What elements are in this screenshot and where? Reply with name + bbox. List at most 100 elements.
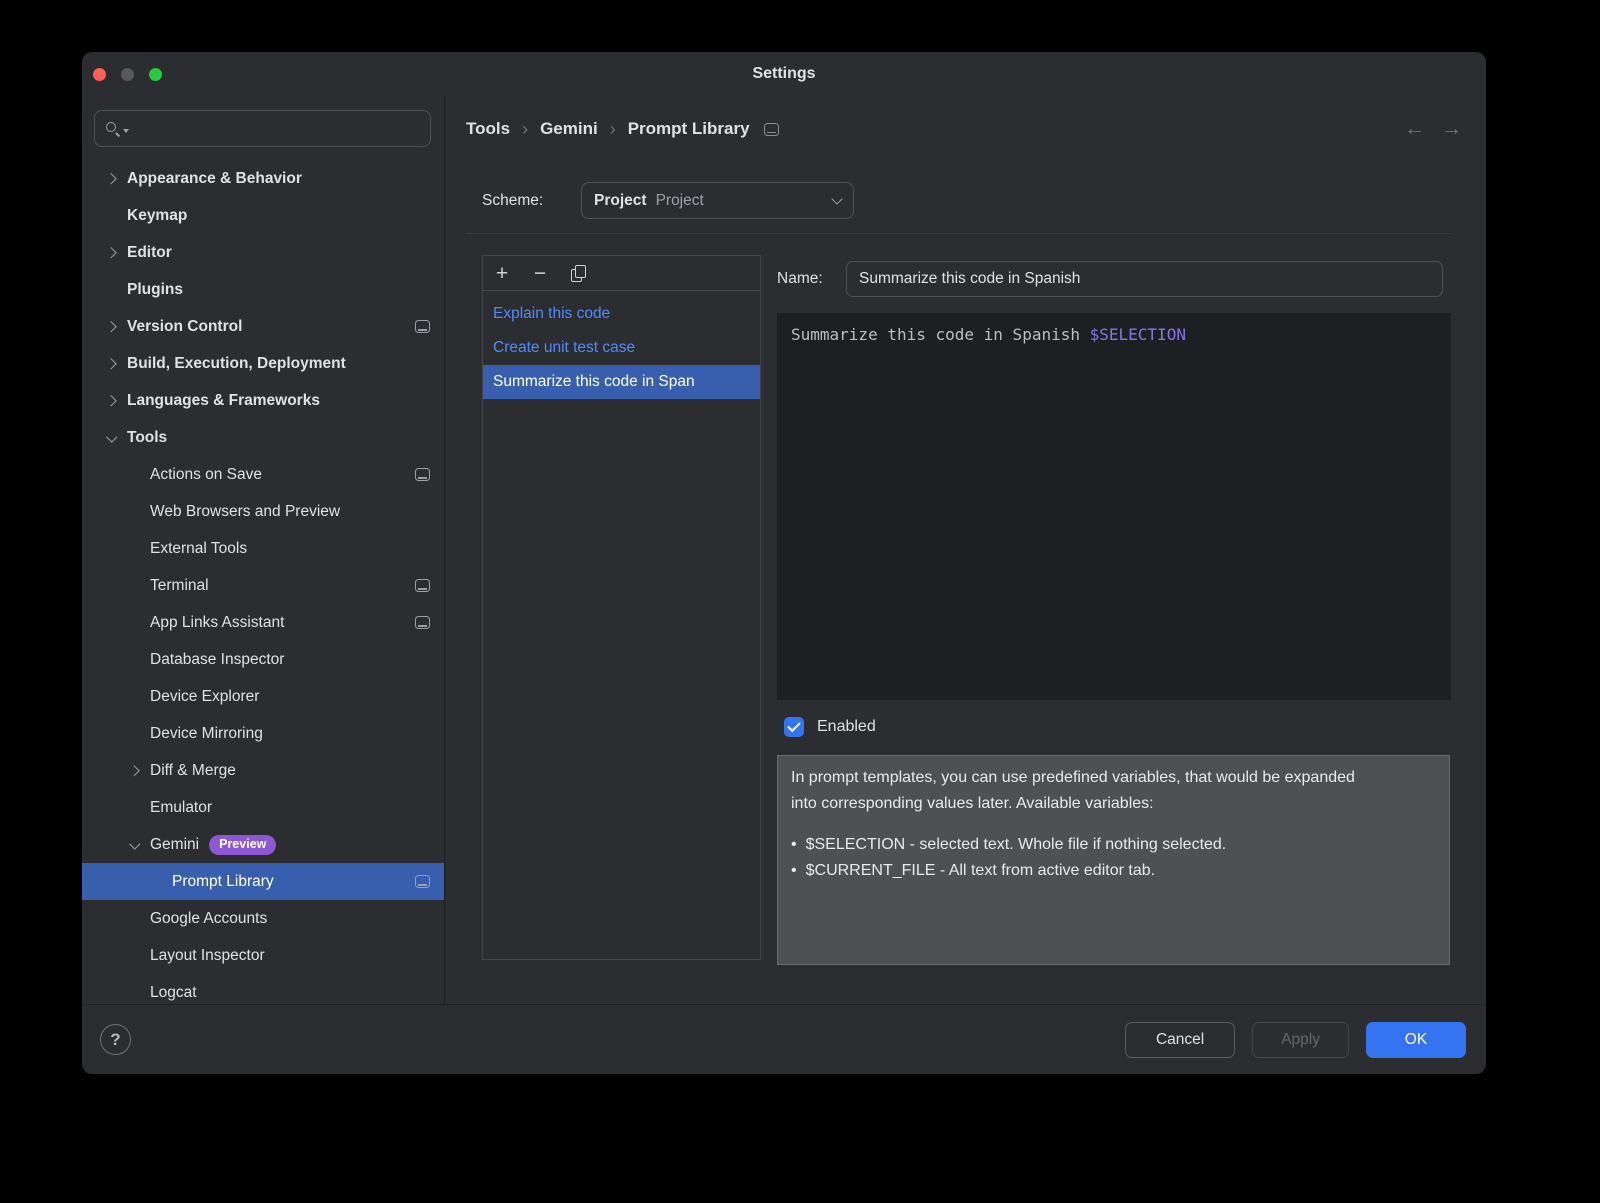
scheme-select[interactable]: Project Project [581, 182, 854, 219]
sidebar-item-label: Web Browsers and Preview [150, 502, 341, 520]
sidebar-item-label: Prompt Library [172, 872, 274, 890]
help-intro: In prompt templates, you can use predefi… [791, 769, 1355, 812]
chevron-right-icon[interactable] [104, 393, 119, 408]
sidebar-item-label: Device Explorer [150, 687, 260, 705]
sidebar-item-diff-merge[interactable]: Diff & Merge [82, 752, 444, 789]
search-input[interactable] [133, 120, 420, 137]
breadcrumb: Tools › Gemini › Prompt Library [466, 112, 793, 146]
enabled-checkbox[interactable] [784, 717, 804, 737]
sidebar-item-editor[interactable]: Editor [82, 234, 444, 271]
sidebar-item-label: Build, Execution, Deployment [127, 354, 346, 372]
sidebar-item-device-explorer[interactable]: Device Explorer [82, 678, 444, 715]
sidebar-item-google-accounts[interactable]: Google Accounts [82, 900, 444, 937]
sidebar-item-languages-frameworks[interactable]: Languages & Frameworks [82, 382, 444, 419]
traffic-lights [93, 52, 162, 96]
ok-button[interactable]: OK [1366, 1021, 1466, 1058]
chevron-right-icon[interactable] [127, 763, 142, 778]
chevron-right-icon[interactable] [104, 245, 119, 260]
sidebar-item-label: App Links Assistant [150, 613, 285, 631]
sidebar-item-actions-on-save[interactable]: Actions on Save [82, 456, 444, 493]
per-project-settings-icon [415, 579, 430, 592]
sidebar-item-app-links-assistant[interactable]: App Links Assistant [82, 604, 444, 641]
breadcrumb-prompt-library[interactable]: Prompt Library [628, 119, 750, 139]
settings-tree: Appearance & Behavior Keymap Editor Plugins… [82, 160, 444, 1004]
scheme-value: Project [594, 191, 647, 209]
sidebar-item-build-execution-deployment[interactable]: Build, Execution, Deployment [82, 345, 444, 382]
prompt-text-editor[interactable]: Summarize this code in Spanish $SELECTIO… [777, 313, 1451, 700]
breadcrumb-separator-icon: › [522, 118, 529, 139]
sidebar-item-version-control[interactable]: Version Control [82, 308, 444, 345]
prompt-item-explain-this-code[interactable]: Explain this code [483, 297, 760, 331]
chevron-down-icon[interactable] [104, 430, 119, 445]
sidebar-item-appearance-behavior[interactable]: Appearance & Behavior [82, 160, 444, 197]
sidebar-item-prompt-library[interactable]: Prompt Library [82, 863, 444, 900]
variable-item: $SELECTION - selected text. Whole file i… [791, 832, 1436, 858]
breadcrumb-settings-icon[interactable] [763, 122, 779, 136]
prompt-item-summarize-this-code-in-span[interactable]: Summarize this code in Span [483, 365, 760, 399]
sidebar-item-label: Keymap [127, 206, 188, 224]
forward-button[interactable]: → [1441, 117, 1462, 141]
sidebar-item-terminal[interactable]: Terminal [82, 567, 444, 604]
minimize-window-button[interactable] [121, 67, 134, 81]
sidebar-item-external-tools[interactable]: External Tools [82, 530, 444, 567]
zoom-window-button[interactable] [149, 67, 162, 81]
sidebar-item-label: Terminal [150, 576, 209, 594]
close-window-button[interactable] [93, 67, 106, 81]
chevron-right-icon[interactable] [104, 356, 119, 371]
copy-prompt-button[interactable] [569, 264, 587, 282]
settings-sidebar: Appearance & Behavior Keymap Editor Plugins… [82, 96, 445, 1004]
search-history-caret-icon[interactable] [123, 128, 129, 133]
chevron-right-icon[interactable] [104, 319, 119, 334]
sidebar-item-label: Gemini [150, 835, 200, 853]
sidebar-item-gemini[interactable]: Gemini Preview [82, 826, 444, 863]
sidebar-item-database-inspector[interactable]: Database Inspector [82, 641, 444, 678]
sidebar-item-layout-inspector[interactable]: Layout Inspector [82, 937, 444, 974]
sidebar-item-label: Device Mirroring [150, 724, 263, 742]
enabled-row: Enabled [784, 709, 876, 745]
settings-search-field[interactable] [94, 110, 431, 147]
prompt-item-create-unit-test-case[interactable]: Create unit test case [483, 331, 760, 365]
footer: ? Cancel Apply OK [82, 1004, 1486, 1074]
sidebar-item-label: Editor [127, 243, 172, 261]
sidebar-item-logcat[interactable]: Logcat [82, 974, 444, 1004]
sidebar-item-label: External Tools [150, 539, 248, 557]
chevron-down-icon[interactable] [127, 837, 142, 852]
scheme-label: Scheme: [482, 191, 544, 209]
prompt-list-items: Explain this code Create unit test case Su… [483, 291, 760, 399]
sidebar-item-label: Logcat [150, 983, 197, 1001]
breadcrumb-tools[interactable]: Tools [466, 119, 510, 139]
chevron-down-icon [831, 192, 843, 205]
sidebar-item-emulator[interactable]: Emulator [82, 789, 444, 826]
scheme-placeholder: Project [655, 191, 704, 209]
cancel-button[interactable]: Cancel [1124, 1021, 1236, 1058]
sidebar-item-label: Database Inspector [150, 650, 285, 668]
sidebar-item-label: Emulator [150, 798, 213, 816]
sidebar-item-label: Layout Inspector [150, 946, 265, 964]
help-button[interactable]: ? [100, 1024, 131, 1055]
sidebar-item-web-browsers-and-preview[interactable]: Web Browsers and Preview [82, 493, 444, 530]
sidebar-item-tools[interactable]: Tools [82, 419, 444, 456]
prompt-name-input[interactable] [846, 261, 1443, 297]
sidebar-item-plugins[interactable]: Plugins [82, 271, 444, 308]
divider [466, 233, 1451, 234]
back-button[interactable]: ← [1404, 117, 1425, 141]
sidebar-item-label: Diff & Merge [150, 761, 236, 779]
breadcrumb-separator-icon: › [609, 118, 616, 139]
preview-badge: Preview [209, 834, 277, 855]
settings-window: Settings Appearance & Behavior Keymap Edit… [82, 52, 1486, 1074]
sidebar-item-keymap[interactable]: Keymap [82, 197, 444, 234]
sidebar-item-device-mirroring[interactable]: Device Mirroring [82, 715, 444, 752]
chevron-right-icon[interactable] [104, 171, 119, 186]
remove-prompt-button[interactable]: − [531, 263, 549, 284]
add-prompt-button[interactable]: + [493, 263, 511, 284]
apply-button[interactable]: Apply [1252, 1021, 1349, 1058]
breadcrumb-gemini[interactable]: Gemini [540, 119, 598, 139]
